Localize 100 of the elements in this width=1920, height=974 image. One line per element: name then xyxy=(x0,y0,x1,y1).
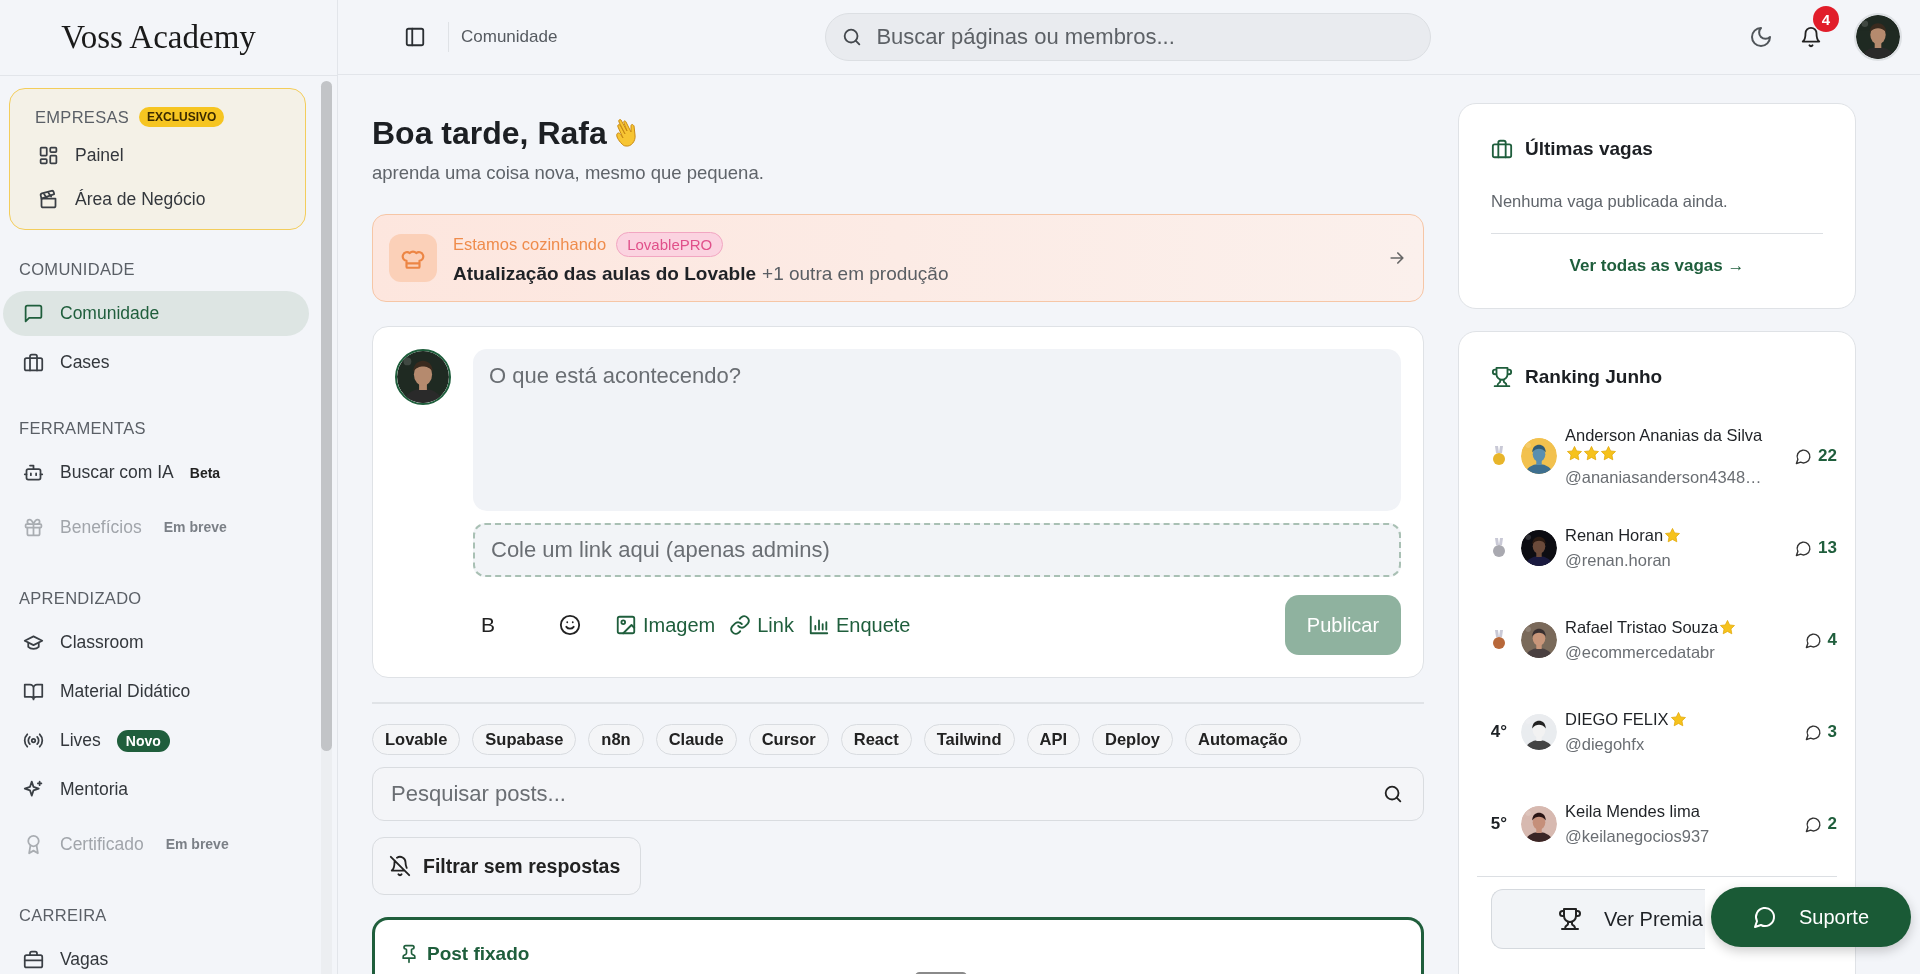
smiley-icon xyxy=(559,614,581,636)
ranking-row[interactable]: Renan Horan @renan.horan 13 xyxy=(1477,502,1837,594)
topic-tag[interactable]: Supabase xyxy=(472,724,577,755)
announcement-banner[interactable]: Estamos cozinhando LovablePRO Atualização das aulas do Lovable +1 outra em produção xyxy=(372,214,1424,302)
pinned-title: Post fixado xyxy=(427,942,530,965)
ranking-row[interactable]: Rafael Tristao Souza @ecommercedatabr 4 xyxy=(1477,594,1837,686)
profile-avatar[interactable] xyxy=(1854,13,1902,61)
comment-icon xyxy=(1804,631,1822,649)
post-input[interactable]: O que está acontecendo? xyxy=(473,349,1401,511)
comment-count: 2 xyxy=(1827,814,1837,834)
topic-tag[interactable]: Cursor xyxy=(748,724,829,755)
search-field[interactable]: Buscar páginas ou membros... xyxy=(825,13,1432,61)
nav-item[interactable]: Painel xyxy=(10,133,305,177)
star-icon xyxy=(1600,444,1617,462)
topic-tag[interactable]: React xyxy=(840,724,912,755)
comment-icon xyxy=(1795,539,1813,557)
rank-number: 4° xyxy=(1490,722,1508,742)
bell-off-icon xyxy=(389,855,411,877)
nav-item[interactable]: Buscar com IA Beta xyxy=(3,450,309,495)
link-input[interactable]: Cole um link aqui (apenas admins) xyxy=(473,523,1401,577)
nav-item[interactable]: Área de Negócio xyxy=(10,177,305,221)
nav-item[interactable]: Mentoria xyxy=(3,767,309,812)
link-icon xyxy=(729,614,752,636)
search-icon xyxy=(1382,783,1404,805)
support-button[interactable]: Suporte xyxy=(1711,887,1911,947)
trophy-icon xyxy=(1491,366,1513,388)
bar-chart-icon xyxy=(807,614,830,636)
prizes-button[interactable]: Ver Premia xyxy=(1491,889,1705,949)
nav-icon xyxy=(23,462,44,483)
member-handle: @ecommercedatabr xyxy=(1565,643,1716,662)
topic-tag[interactable]: Automação xyxy=(1185,724,1301,755)
nav-icon xyxy=(23,949,44,970)
moon-icon xyxy=(1749,25,1773,49)
star-icon xyxy=(1583,444,1600,462)
comment-icon xyxy=(1804,815,1822,833)
member-handle: @renan.horan xyxy=(1565,551,1672,570)
scrollbar[interactable] xyxy=(321,81,332,974)
all-jobs-link[interactable]: Ver todas as vagas → xyxy=(1491,256,1823,276)
nav-item[interactable]: Lives Novo xyxy=(3,718,309,763)
member-name: DIEGO FELIX xyxy=(1565,710,1669,729)
new-badge: Novo xyxy=(116,729,170,752)
breadcrumb: Comunidade xyxy=(461,27,558,47)
nav-icon xyxy=(23,632,44,653)
sidebar-toggle-icon xyxy=(404,26,426,48)
status-label: Em breve xyxy=(165,836,229,852)
comment-count: 3 xyxy=(1827,722,1837,742)
member-name: Keila Mendes lima xyxy=(1565,802,1700,821)
greeting-subtitle: aprenda uma coisa nova, mesmo que pequena. xyxy=(372,162,765,184)
comment-icon xyxy=(1804,723,1822,741)
bold-button[interactable]: B xyxy=(481,613,505,637)
member-name: Anderson Ananias da Silva xyxy=(1565,425,1763,445)
section-heading: APRENDIZADO xyxy=(18,588,143,609)
topic-tag[interactable]: Lovable xyxy=(372,724,461,755)
nav-item[interactable]: Vagas xyxy=(3,937,309,974)
topic-tag[interactable]: Tailwind xyxy=(923,724,1015,755)
notifications-button[interactable]: 4 xyxy=(1800,6,1839,48)
member-name: Rafael Tristao Souza xyxy=(1565,618,1719,637)
comment-count: 22 xyxy=(1818,446,1837,466)
theme-toggle[interactable] xyxy=(1749,25,1773,49)
ranking-row[interactable]: Anderson Ananias da Silva @ananiasanderson4348… 22 xyxy=(1477,410,1837,502)
banner-extra: +1 outra em produção xyxy=(762,262,949,285)
section-heading: CARREIRA xyxy=(18,905,108,926)
member-handle: @ananiasanderson4348… xyxy=(1565,467,1763,487)
topic-tag[interactable]: API xyxy=(1026,724,1080,755)
nav-item[interactable]: Material Didático xyxy=(3,669,309,714)
empty-message: Nenhuma vaga publicada ainda. xyxy=(1491,192,1823,234)
scrollbar-thumb[interactable] xyxy=(321,81,332,751)
comment-icon xyxy=(1795,447,1813,465)
poll-button[interactable]: Enquete xyxy=(807,613,911,637)
nav-icon xyxy=(23,352,44,373)
comment-count: 4 xyxy=(1827,630,1837,650)
emoji-button[interactable] xyxy=(559,614,581,636)
status-label: Em breve xyxy=(163,519,227,535)
exclusive-badge: EXCLUSIVO xyxy=(139,107,225,127)
member-handle: @diegohfx xyxy=(1565,735,1646,754)
topic-tag[interactable]: n8n xyxy=(588,724,644,755)
card-title: Ranking Junho xyxy=(1525,366,1663,388)
member-name: Renan Horan xyxy=(1565,526,1664,545)
ranking-row[interactable]: 5° Keila Mendes lima @keilanegocios937 2 xyxy=(1477,778,1837,870)
link-button[interactable]: Link xyxy=(729,613,794,637)
nav-icon xyxy=(23,730,44,751)
nav-icon xyxy=(23,681,44,702)
nav-item[interactable]: Classroom xyxy=(3,620,309,665)
topic-tag[interactable]: Claude xyxy=(655,724,737,755)
nav-icon xyxy=(23,303,44,324)
section-heading: FERRAMENTAS xyxy=(18,418,147,439)
ranking-row[interactable]: 4° DIEGO FELIX @diegohfx 3 xyxy=(1477,686,1837,778)
bell-icon xyxy=(1800,26,1822,48)
section-heading: COMUNIDADE xyxy=(18,259,136,280)
post-search-field[interactable]: Pesquisar posts... xyxy=(372,767,1424,821)
nav-item[interactable]: Comunidade xyxy=(3,291,309,336)
rank-number: 5° xyxy=(1490,814,1508,834)
section-heading: EMPRESAS xyxy=(35,107,130,127)
nav-item[interactable]: Cases xyxy=(3,340,309,385)
image-button[interactable]: Imagem xyxy=(615,613,716,637)
topic-tag[interactable]: Deploy xyxy=(1092,724,1174,755)
image-icon xyxy=(615,614,637,636)
pro-tag: LovablePRO xyxy=(616,231,724,257)
nav-icon xyxy=(23,516,44,538)
filter-button[interactable]: Filtrar sem respostas xyxy=(372,837,642,895)
